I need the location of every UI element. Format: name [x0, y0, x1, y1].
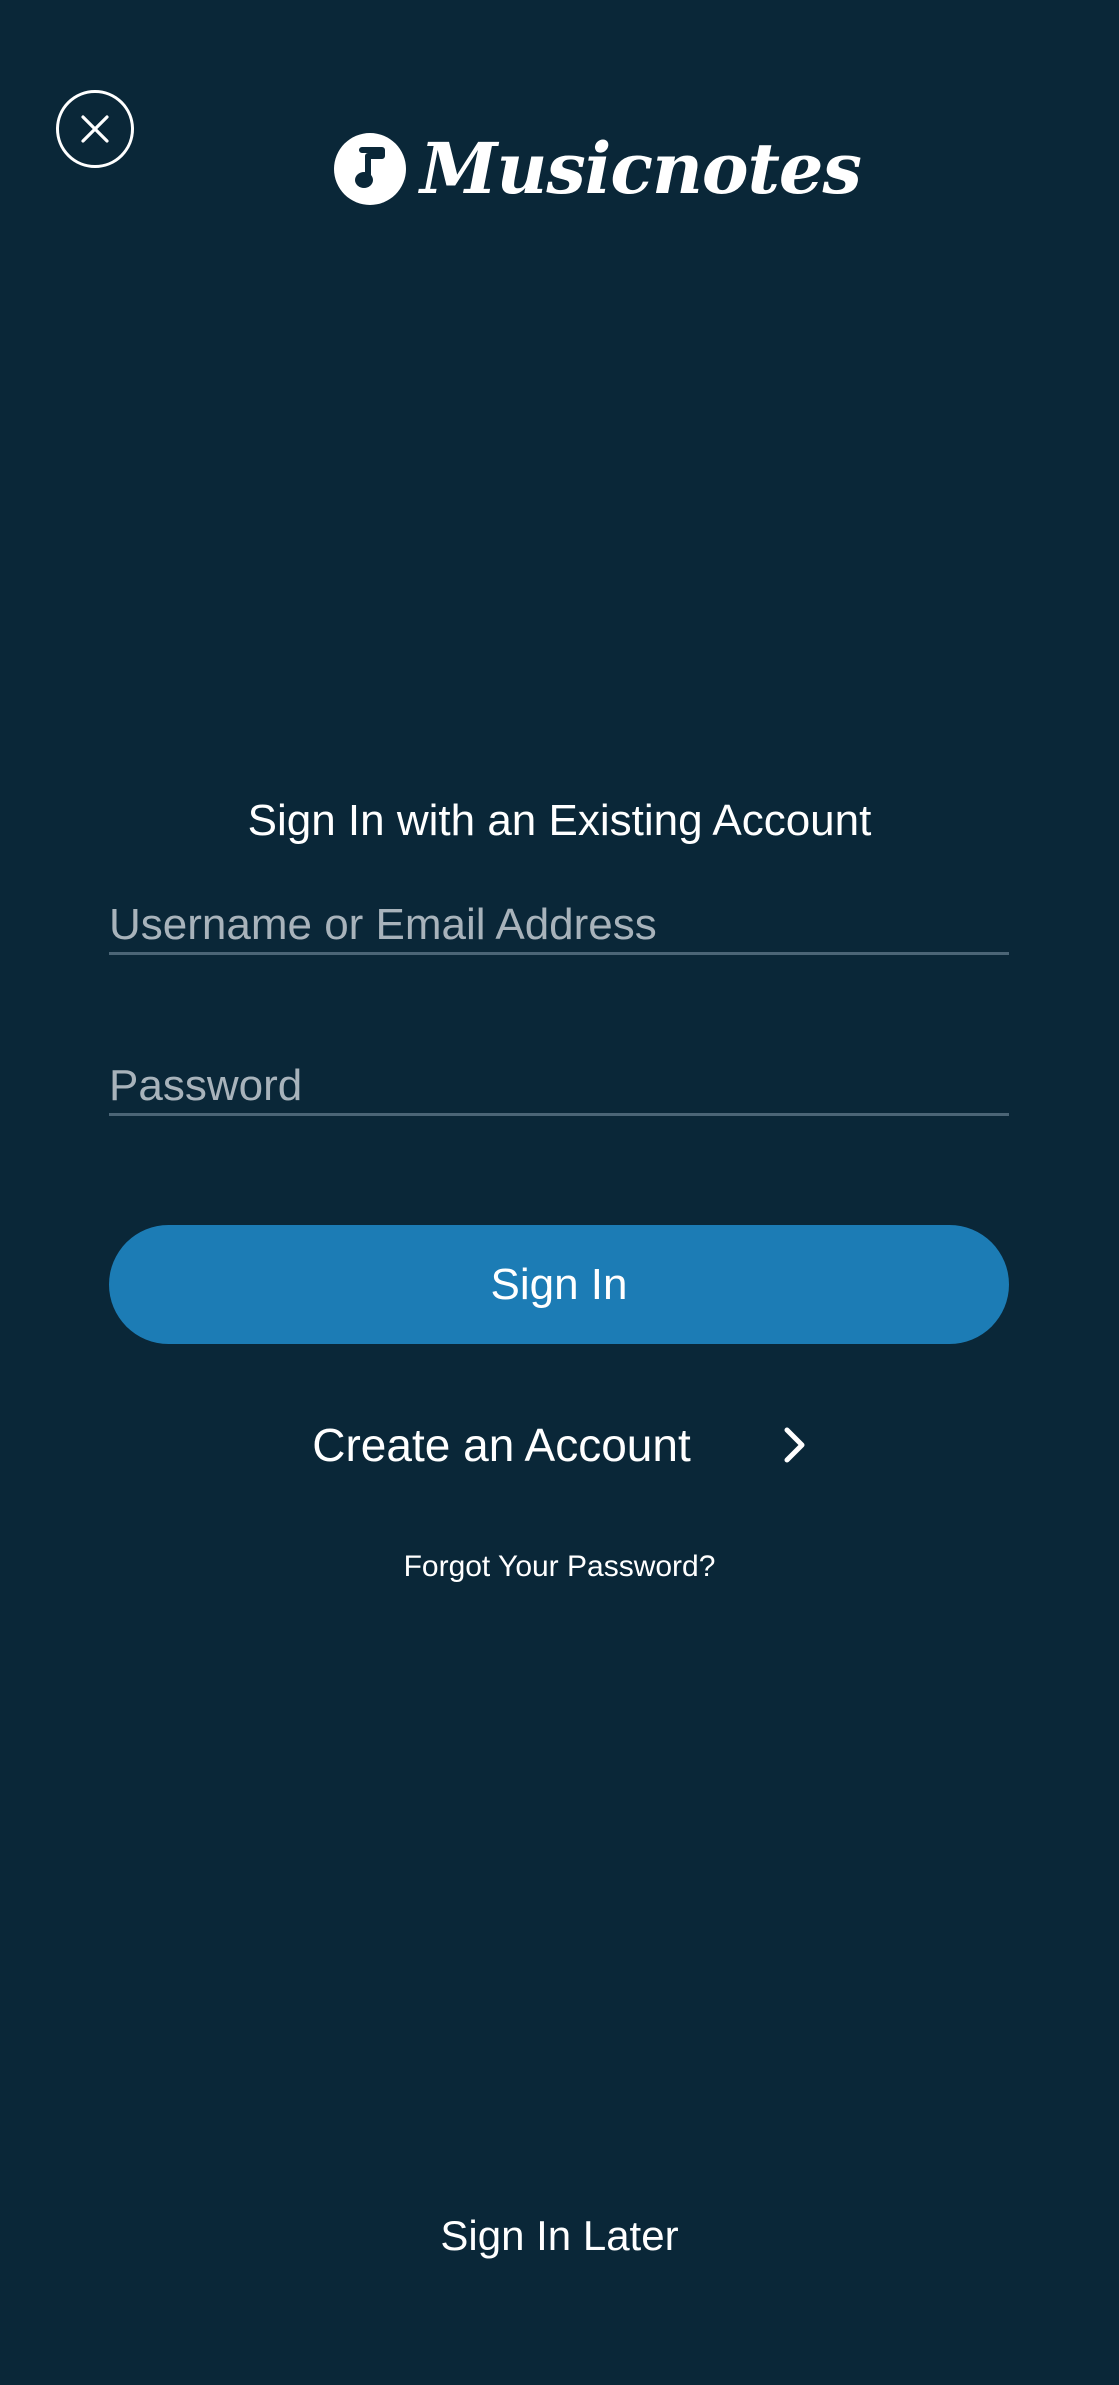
create-account-link[interactable]: Create an Account — [0, 1410, 1119, 1480]
musicnotes-logo: Musicnotes — [334, 127, 862, 210]
music-note-icon — [334, 133, 406, 205]
close-icon — [80, 114, 110, 144]
sign-in-button-label: Sign In — [490, 1259, 628, 1309]
password-field[interactable] — [109, 1058, 1009, 1116]
create-account-label: Create an Account — [312, 1419, 691, 1471]
logo-text: Musicnotes — [420, 127, 862, 210]
forgot-password-link[interactable]: Forgot Your Password? — [0, 1550, 1119, 1584]
close-button[interactable] — [56, 90, 134, 168]
chevron-right-icon — [783, 1426, 807, 1464]
sign-in-button[interactable]: Sign In — [109, 1225, 1009, 1344]
username-email-field[interactable] — [109, 897, 1009, 955]
sign-in-later-link[interactable]: Sign In Later — [0, 2212, 1119, 2260]
sign-in-heading: Sign In with an Existing Account — [247, 796, 872, 845]
